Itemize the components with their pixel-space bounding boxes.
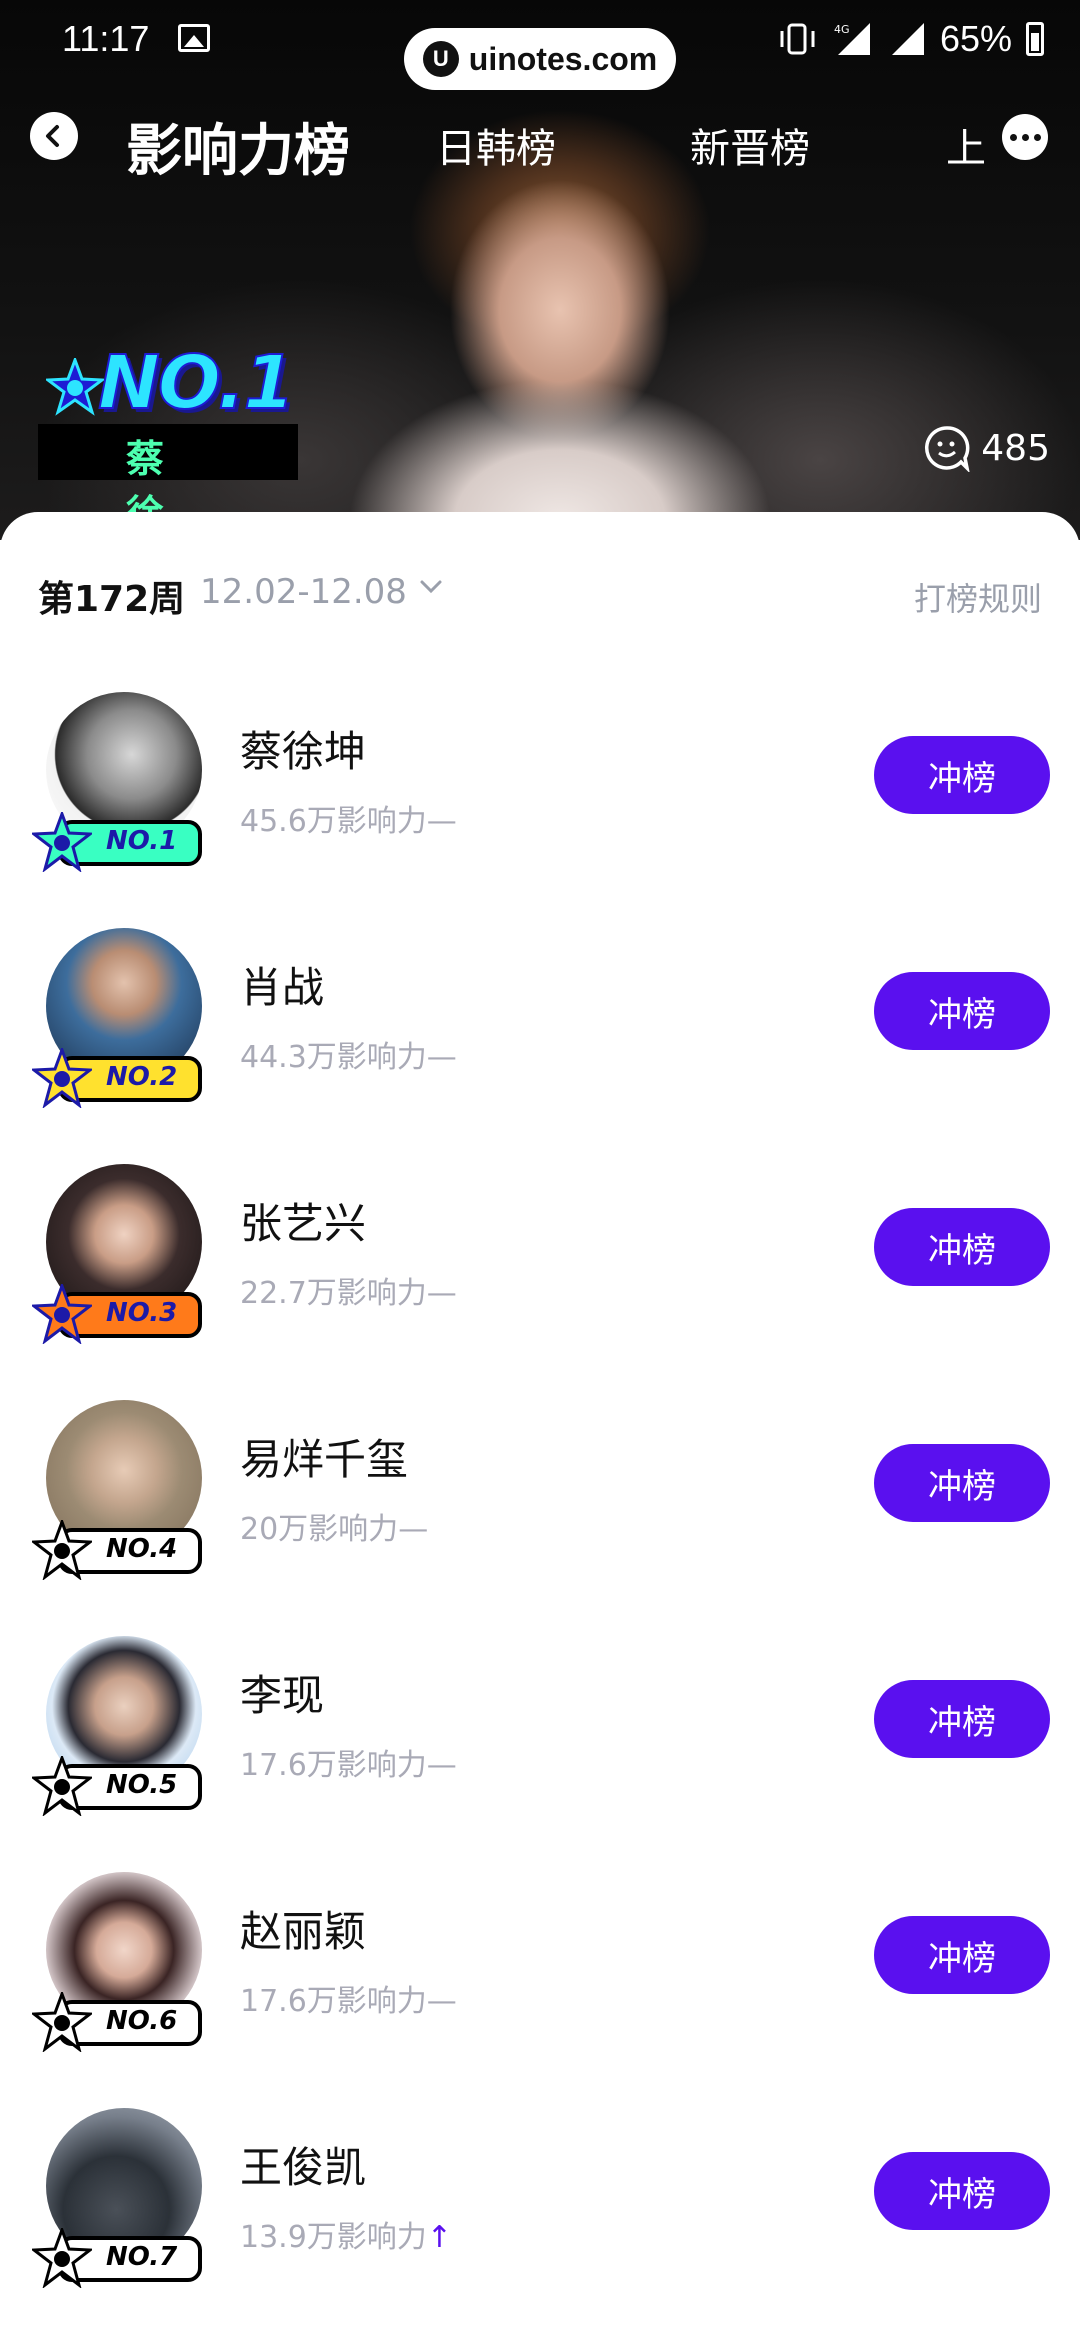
champion-name-box — [38, 424, 298, 480]
trend-indicator: — — [398, 1512, 429, 1547]
star-badge-icon — [46, 358, 104, 416]
star-badge-icon — [32, 812, 92, 872]
top-nav: 影响力榜 日韩榜 新晋榜 上 — [0, 100, 1080, 184]
tab-next-partial[interactable]: 上 — [946, 116, 986, 174]
star-badge-icon — [32, 1756, 92, 1816]
watermark-logo-icon: U — [422, 41, 459, 77]
artist-name: 王俊凯 — [240, 2143, 367, 2192]
rank-number: NO.6 — [106, 2006, 178, 2036]
ranking-row[interactable]: NO.2 肖战 44.3万影响力— 冲榜 — [0, 928, 1080, 1128]
star-badge-icon — [32, 1048, 92, 1108]
rush-rank-button[interactable]: 冲榜 — [874, 972, 1050, 1050]
influence-score-value: 17.6万影响力 — [240, 1748, 427, 1783]
artist-name: 李现 — [240, 1671, 325, 1720]
influence-score: 13.9万影响力↑ — [240, 2212, 452, 2256]
page-title: 影响力榜 — [126, 119, 350, 184]
rush-rank-button[interactable]: 冲榜 — [874, 2152, 1050, 2230]
influence-score-value: 17.6万影响力 — [240, 1984, 427, 2019]
ranking-row[interactable]: NO.3 张艺兴 22.7万影响力— 冲榜 — [0, 1164, 1080, 1364]
watermark-text: uinotes.com — [468, 40, 658, 77]
comment-bubble-icon — [925, 426, 970, 472]
influence-score: 22.7万影响力— — [240, 1268, 457, 1312]
influence-score-value: 44.3万影响力 — [240, 1040, 427, 1075]
influence-score-value: 20万影响力 — [240, 1512, 399, 1547]
rank-number: NO.7 — [106, 2242, 178, 2272]
influence-score: 44.3万影响力— — [240, 1032, 457, 1076]
status-icons: 4G 65% — [778, 18, 1044, 60]
week-label: 第172周 — [38, 579, 186, 620]
rush-rank-button[interactable]: 冲榜 — [874, 736, 1050, 814]
tab-newcomer[interactable]: 新晋榜 — [690, 116, 810, 174]
week-range-dropdown[interactable]: 12.02-12.08 — [200, 572, 407, 612]
champion-rank: NO.1 — [97, 339, 296, 427]
influence-score: 45.6万影响力— — [240, 796, 457, 840]
star-badge-icon — [32, 2228, 92, 2288]
rush-rank-button[interactable]: 冲榜 — [874, 1208, 1050, 1286]
rank-badge: NO.6 — [32, 1992, 204, 2052]
vibrate-icon — [780, 23, 815, 55]
influence-score-value: 22.7万影响力 — [240, 1276, 427, 1311]
rush-rank-button[interactable]: 冲榜 — [874, 1916, 1050, 1994]
artist-name: 蔡徐坤 — [240, 727, 367, 776]
influence-score: 20万影响力— — [240, 1504, 428, 1548]
network-type-label: 4G — [834, 23, 850, 36]
trend-indicator: — — [426, 804, 457, 839]
star-badge-icon — [32, 1284, 92, 1344]
back-button[interactable] — [30, 112, 78, 160]
rank-badge: NO.5 — [32, 1756, 204, 1816]
star-badge-icon — [32, 1520, 92, 1580]
comment-count[interactable]: 485 — [923, 424, 1050, 472]
status-time: 11:17 — [62, 18, 150, 59]
trend-indicator: — — [426, 1748, 457, 1783]
artist-name: 肖战 — [240, 963, 325, 1012]
image-notification-icon — [178, 24, 210, 52]
influence-score-value: 13.9万影响力 — [240, 2220, 427, 2255]
comment-count-value: 485 — [981, 427, 1050, 469]
cell-signal-icon — [891, 23, 924, 55]
rank-number: NO.5 — [106, 1770, 178, 1800]
influence-score-value: 45.6万影响力 — [240, 804, 427, 839]
rank-badge: NO.2 — [32, 1048, 204, 1108]
rank-badge: NO.1 — [32, 812, 204, 872]
week-selector-row: 第172周 12.02-12.08 打榜规则 — [38, 564, 1042, 624]
chevron-left-icon — [46, 125, 59, 147]
ranking-rules-link[interactable]: 打榜规则 — [914, 574, 1042, 620]
artist-name: 张艺兴 — [240, 1199, 367, 1248]
trend-indicator: — — [426, 1984, 457, 2019]
rush-rank-button[interactable]: 冲榜 — [874, 1444, 1050, 1522]
rank-number: NO.2 — [106, 1062, 178, 1092]
cell-signal-4g-icon: 4G — [834, 23, 870, 55]
ranking-row[interactable]: NO.6 赵丽颖 17.6万影响力— 冲榜 — [0, 1872, 1080, 2072]
rank-number: NO.3 — [106, 1298, 178, 1328]
rank-badge: NO.3 — [32, 1284, 204, 1344]
rush-rank-button[interactable]: 冲榜 — [874, 1680, 1050, 1758]
rank-badge: NO.7 — [32, 2228, 204, 2288]
hero-banner[interactable]: 11:17 4G 65% U uinotes.com 影响力榜 日韩榜 新晋榜 … — [0, 0, 1080, 591]
ranking-row[interactable]: NO.7 王俊凯 13.9万影响力↑ 冲榜 — [0, 2108, 1080, 2308]
rank-number: NO.1 — [106, 826, 178, 856]
trend-indicator: — — [426, 1040, 457, 1075]
ranking-card: 第172周 12.02-12.08 打榜规则 NO.1 蔡徐坤 45.6万影响力… — [0, 512, 1080, 2340]
rank-badge: NO.4 — [32, 1520, 204, 1580]
ranking-row[interactable]: NO.5 李现 17.6万影响力— 冲榜 — [0, 1636, 1080, 1836]
chevron-down-icon[interactable] — [418, 578, 444, 596]
watermark-badge: U uinotes.com — [404, 28, 676, 90]
star-badge-icon — [32, 1992, 92, 2052]
battery-icon — [1026, 22, 1044, 56]
tab-japan-korea[interactable]: 日韩榜 — [436, 116, 556, 174]
artist-name: 赵丽颖 — [240, 1907, 367, 1956]
ranking-row[interactable]: NO.1 蔡徐坤 45.6万影响力— 冲榜 — [0, 692, 1080, 892]
influence-score: 17.6万影响力— — [240, 1740, 457, 1784]
trend-indicator: ↑ — [426, 2220, 452, 2255]
more-options-button[interactable] — [1002, 114, 1048, 160]
trend-indicator: — — [426, 1276, 457, 1311]
ranking-row[interactable]: NO.4 易烊千玺 20万影响力— 冲榜 — [0, 1400, 1080, 1600]
rank-number: NO.4 — [106, 1534, 178, 1564]
artist-name: 易烊千玺 — [240, 1435, 409, 1484]
battery-percent: 65% — [939, 18, 1012, 59]
influence-score: 17.6万影响力— — [240, 1976, 457, 2020]
